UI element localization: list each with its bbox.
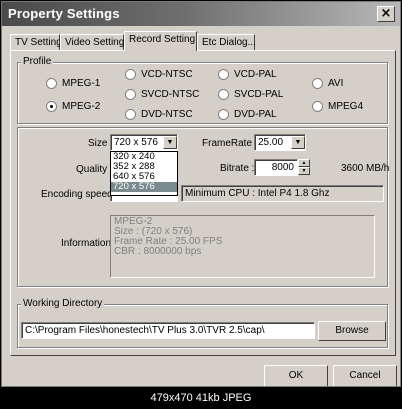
spin-up-icon[interactable]: ▲	[298, 159, 310, 167]
property-settings-window: Property Settings × TV Setting Video Set…	[1, 1, 401, 387]
radio-svcd-pal[interactable]	[218, 89, 229, 100]
profile-group	[17, 62, 388, 124]
framerate-label: FrameRate :	[202, 138, 258, 149]
working-directory-title: Working Directory	[21, 298, 105, 309]
close-button[interactable]: ×	[377, 6, 395, 22]
radio-selected-dot	[50, 105, 53, 108]
radio-mpeg2[interactable]	[46, 101, 57, 112]
radio-label: MPEG4	[328, 101, 364, 112]
browse-button[interactable]: Browse	[318, 321, 386, 341]
info-line: CBR : 8000000 bps	[114, 246, 202, 257]
ok-label: OK	[288, 370, 304, 381]
radio-label: SVCD-NTSC	[141, 89, 200, 100]
bitrate-input[interactable]: 8000	[254, 159, 298, 176]
radio-label: VCD-PAL	[234, 69, 277, 80]
radio-vcd-pal[interactable]	[218, 69, 229, 80]
tab-label: TV Setting	[15, 37, 62, 48]
browse-label: Browse	[335, 325, 369, 336]
bitrate-value: 8000	[271, 162, 294, 173]
throughput-readout: 3600 MB/h	[341, 163, 390, 174]
radio-svcd-ntsc[interactable]	[125, 89, 136, 100]
encoding-speed-label: Encoding speed :	[41, 189, 119, 200]
information-label: Information :	[61, 238, 117, 249]
radio-label: SVCD-PAL	[234, 89, 284, 100]
profile-group-title: Profile	[21, 56, 54, 67]
radio-label: MPEG-1	[62, 78, 101, 89]
size-combo[interactable]: 720 x 576 ▼	[110, 134, 178, 151]
radio-label: AVI	[328, 78, 344, 89]
size-dropdown-list[interactable]: 320 x 240 352 x 288 640 x 576 720 x 576	[110, 151, 178, 196]
radio-dvd-pal[interactable]	[218, 109, 229, 120]
bitrate-label: Bitrate :	[220, 163, 255, 174]
window-title: Property Settings	[8, 6, 120, 21]
cancel-label: Cancel	[349, 370, 381, 381]
image-info-caption: 479x470 41kb JPEG	[0, 387, 402, 409]
working-directory-input[interactable]: C:\Program Files\honestech\TV Plus 3.0\T…	[21, 322, 315, 339]
min-cpu-text: Minimum CPU : Intel P4 1.8 Ghz	[185, 188, 330, 199]
information-box: MPEG-2 Size : (720 x 576) Frame Rate : 2…	[110, 215, 375, 278]
framerate-combo[interactable]: 25.00 ▼	[254, 134, 306, 151]
chevron-down-icon[interactable]: ▼	[163, 136, 177, 149]
close-icon: ×	[380, 6, 392, 21]
radio-label: MPEG-2	[62, 101, 101, 112]
bitrate-spinner[interactable]: ▲ ▼	[298, 159, 310, 176]
title-bar: Property Settings ×	[2, 2, 400, 26]
chevron-down-icon[interactable]: ▼	[291, 136, 305, 149]
radio-vcd-ntsc[interactable]	[125, 69, 136, 80]
tab-label: Video Setting	[65, 37, 125, 48]
tab-etc-dialog[interactable]: Etc Dialog...	[197, 34, 256, 50]
cancel-button[interactable]: Cancel	[333, 365, 397, 386]
tab-label: Etc Dialog...	[202, 37, 256, 48]
min-cpu-field: Minimum CPU : Intel P4 1.8 Ghz	[181, 185, 384, 202]
radio-avi[interactable]	[312, 78, 323, 89]
radio-mpeg4[interactable]	[312, 101, 323, 112]
radio-label: DVD-NTSC	[141, 109, 193, 120]
quality-label: Quality	[76, 164, 108, 175]
dropdown-option-highlighted[interactable]: 720 x 576	[111, 182, 177, 192]
tab-record-setting[interactable]: Record Setting	[124, 31, 197, 51]
tab-tv-setting[interactable]: TV Setting	[10, 34, 62, 50]
ok-button[interactable]: OK	[264, 365, 328, 386]
radio-label: VCD-NTSC	[141, 69, 193, 80]
tab-label: Record Setting	[129, 34, 196, 45]
radio-label: DVD-PAL	[234, 109, 277, 120]
radio-dvd-ntsc[interactable]	[125, 109, 136, 120]
size-value: 720 x 576	[114, 137, 158, 148]
framerate-value: 25.00	[258, 137, 284, 148]
spin-down-icon[interactable]: ▼	[298, 167, 310, 175]
tab-video-setting[interactable]: Video Setting	[60, 34, 124, 50]
working-directory-path: C:\Program Files\honestech\TV Plus 3.0\T…	[25, 325, 265, 336]
radio-mpeg1[interactable]	[46, 78, 57, 89]
